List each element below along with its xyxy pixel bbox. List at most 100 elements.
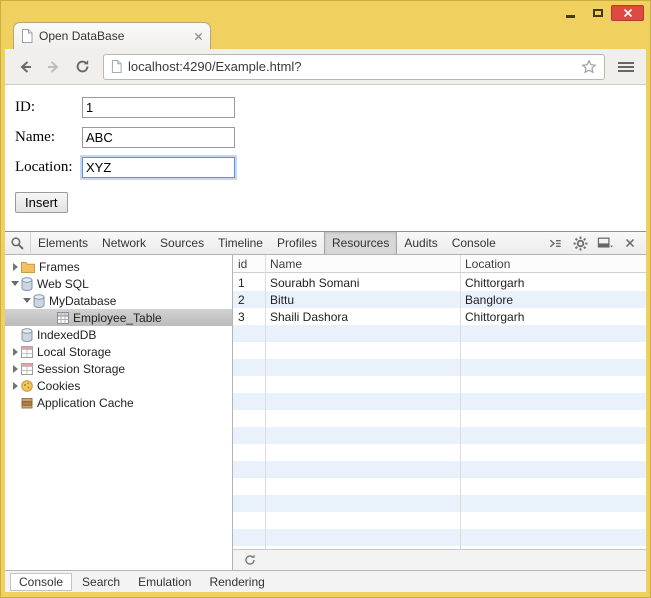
expand-arrow-icon[interactable] xyxy=(9,348,21,356)
cell-location: Chittorgarh xyxy=(465,309,525,324)
forward-button[interactable] xyxy=(40,53,67,80)
devtools-tab-profiles[interactable]: Profiles xyxy=(270,232,324,254)
tree-item-web-sql[interactable]: Web SQL xyxy=(5,275,232,292)
footer-tab-rendering[interactable]: Rendering xyxy=(201,574,272,590)
tree-item-indexeddb[interactable]: IndexedDB xyxy=(5,326,232,343)
browser-window: Open DataBase localhost:4290/Example.htm… xyxy=(0,0,651,598)
chrome-menu-button[interactable] xyxy=(612,54,640,80)
database-icon xyxy=(21,276,33,291)
column-header-name[interactable]: Name xyxy=(265,255,460,272)
location-input[interactable] xyxy=(82,157,235,178)
tab-title: Open DataBase xyxy=(39,29,125,43)
dock-side-button[interactable] xyxy=(594,233,616,253)
tree-item-label: Web SQL xyxy=(37,276,89,291)
table-row[interactable]: 1 Sourabh Somani Chittorgarh xyxy=(233,274,646,291)
collapse-arrow-icon[interactable] xyxy=(9,281,21,286)
maximize-button[interactable] xyxy=(584,5,611,21)
devtools-tab-network[interactable]: Network xyxy=(95,232,153,254)
expand-arrow-icon[interactable] xyxy=(9,382,21,390)
back-button[interactable] xyxy=(11,53,38,80)
field-row-name: Name: xyxy=(15,127,646,148)
close-icon xyxy=(623,8,632,18)
data-grid-body: 1 Sourabh Somani Chittorgarh 2 Bittu Ban… xyxy=(233,274,646,549)
page-icon xyxy=(111,60,122,73)
tree-item-label: MyDatabase xyxy=(49,293,117,308)
settings-button[interactable] xyxy=(569,233,591,253)
magnifier-icon xyxy=(11,236,24,250)
insert-button[interactable]: Insert xyxy=(15,192,68,213)
database-icon xyxy=(33,293,45,308)
tree-item-session-storage[interactable]: Session Storage xyxy=(5,360,232,377)
browser-chrome: localhost:4290/Example.html? ID: Name: L… xyxy=(5,49,646,592)
dock-icon xyxy=(597,237,613,248)
data-grid: id Name Location 1 Sourabh Somani Chitto… xyxy=(233,255,646,549)
devtools-toolbar: Elements Network Sources Timeline Profil… xyxy=(5,232,646,255)
tree-item-mydatabase[interactable]: MyDatabase xyxy=(5,292,232,309)
devtools-close-button[interactable] xyxy=(619,233,641,253)
refresh-button[interactable] xyxy=(243,553,257,567)
devtools-tab-elements[interactable]: Elements xyxy=(31,232,95,254)
devtools-tab-sources[interactable]: Sources xyxy=(153,232,211,254)
collapse-arrow-icon[interactable] xyxy=(21,298,33,303)
devtools-close-icon xyxy=(625,238,635,248)
resources-sidebar: Frames Web SQL MyDatabase Employee_Table… xyxy=(5,255,233,570)
cell-location: Banglore xyxy=(465,292,514,307)
browser-tab[interactable]: Open DataBase xyxy=(13,22,211,49)
minimize-button[interactable] xyxy=(557,5,584,21)
field-row-location: Location: xyxy=(15,157,646,178)
forward-icon xyxy=(47,60,58,73)
footer-tab-console[interactable]: Console xyxy=(10,572,73,591)
id-input[interactable] xyxy=(82,97,235,118)
page-content: ID: Name: Location: Insert xyxy=(5,85,646,231)
devtools-tab-timeline[interactable]: Timeline xyxy=(211,232,270,254)
maximize-icon xyxy=(592,9,603,17)
column-header-location[interactable]: Location xyxy=(460,255,646,272)
tab-close-icon[interactable] xyxy=(194,32,203,41)
devtools-body: Frames Web SQL MyDatabase Employee_Table… xyxy=(5,255,646,570)
expand-arrow-icon[interactable] xyxy=(9,365,21,373)
footer-tab-emulation[interactable]: Emulation xyxy=(130,574,199,590)
bookmark-star-icon[interactable] xyxy=(581,58,597,75)
navigation-toolbar: localhost:4290/Example.html? xyxy=(5,49,646,85)
address-bar[interactable]: localhost:4290/Example.html? xyxy=(103,53,605,80)
gear-icon xyxy=(572,235,588,251)
table-row[interactable]: 3 Shaili Dashora Chittorgarh xyxy=(233,308,646,325)
database-icon xyxy=(21,327,33,342)
tree-item-label: Frames xyxy=(39,259,80,274)
column-divider xyxy=(460,255,461,549)
inspect-magnifier-button[interactable] xyxy=(5,232,31,254)
cookie-icon xyxy=(21,379,33,392)
tree-item-employee-table[interactable]: Employee_Table xyxy=(5,309,232,326)
back-icon xyxy=(20,60,31,73)
column-header-id[interactable]: id xyxy=(233,255,265,272)
table-row[interactable]: 2 Bittu Banglore xyxy=(233,291,646,308)
tree-item-frames[interactable]: Frames xyxy=(5,258,232,275)
cell-location: Chittorgarh xyxy=(465,275,525,290)
column-divider xyxy=(265,255,266,549)
tree-item-cookies[interactable]: Cookies xyxy=(5,377,232,394)
tree-item-label: Cookies xyxy=(37,378,81,393)
url-text[interactable]: localhost:4290/Example.html? xyxy=(128,59,575,74)
devtools-tab-audits[interactable]: Audits xyxy=(397,232,444,254)
refresh-icon xyxy=(245,554,255,565)
expand-arrow-icon[interactable] xyxy=(9,263,21,271)
reload-icon xyxy=(76,60,89,73)
footer-tab-search[interactable]: Search xyxy=(74,574,128,590)
tree-item-application-cache[interactable]: Application Cache xyxy=(5,394,232,411)
page-favicon-icon xyxy=(22,29,33,43)
close-button[interactable] xyxy=(611,5,644,21)
resources-main-panel: id Name Location 1 Sourabh Somani Chitto… xyxy=(233,255,646,570)
location-label: Location: xyxy=(15,159,73,175)
devtools-toolbar-actions xyxy=(544,232,646,254)
toggle-drawer-button[interactable] xyxy=(544,233,566,253)
tree-item-local-storage[interactable]: Local Storage xyxy=(5,343,232,360)
devtools-tab-console[interactable]: Console xyxy=(445,232,503,254)
devtools-tab-resources[interactable]: Resources xyxy=(324,232,398,254)
reload-button[interactable] xyxy=(69,53,96,80)
minimize-icon xyxy=(566,14,575,18)
devtools-panel: Elements Network Sources Timeline Profil… xyxy=(5,231,646,592)
cell-name: Shaili Dashora xyxy=(270,309,349,324)
name-label: Name: xyxy=(15,129,55,145)
name-input[interactable] xyxy=(82,127,235,148)
cell-id: 1 xyxy=(238,275,245,290)
